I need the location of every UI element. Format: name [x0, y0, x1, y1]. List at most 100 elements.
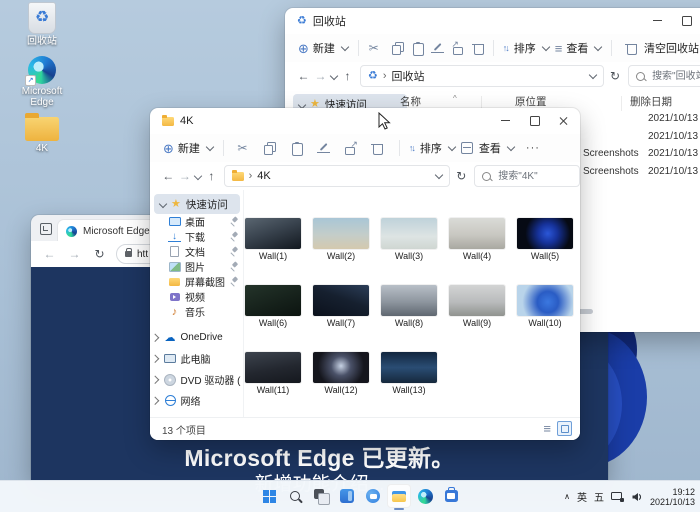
paste-button[interactable] [408, 39, 420, 57]
chat-button[interactable] [361, 484, 385, 508]
sidebar-item-doc[interactable]: 文档 [150, 244, 243, 259]
store-button[interactable] [439, 484, 463, 508]
start-button[interactable] [257, 484, 281, 508]
new-button[interactable]: ⊕ 新建 [163, 140, 213, 156]
file-Wall(11)[interactable]: Wall(11) [245, 352, 301, 395]
refresh-button[interactable]: ↻ [610, 69, 620, 83]
minimize-button[interactable] [491, 108, 520, 133]
column-separator[interactable] [621, 96, 622, 111]
sidebar-item-network[interactable]: 网络 [150, 390, 243, 411]
file-Wall(7)[interactable]: Wall(7) [313, 285, 369, 328]
sidebar-item-onedrive[interactable]: ☁OneDrive [150, 327, 243, 348]
column-header-origin[interactable]: 原位置 [515, 94, 547, 109]
rename-button[interactable] [314, 139, 333, 157]
sidebar-item-video[interactable]: 视频 [150, 289, 243, 304]
desktop-icon-4k-folder[interactable]: 4K [10, 117, 74, 154]
minimize-button[interactable] [643, 8, 672, 33]
cut-button[interactable]: ✂ [233, 139, 252, 157]
sort-button[interactable]: ↑↓ 排序 [409, 140, 455, 156]
tray-expand-button[interactable]: ∧ [564, 492, 570, 501]
new-button[interactable]: ⊕ 新建 [298, 40, 348, 56]
breadcrumb-item[interactable]: 4K [257, 170, 270, 182]
search-box[interactable] [628, 65, 700, 87]
sidebar-item-quick-access[interactable]: ★ 快速访问 [154, 194, 240, 214]
paste-button[interactable] [287, 139, 306, 157]
thumbnail-view-toggle[interactable] [557, 421, 572, 436]
sidebar-item-computer[interactable]: 此电脑 [150, 348, 243, 369]
breadcrumb[interactable]: › 4K [224, 165, 451, 187]
sidebar-item-desktop[interactable]: 桌面 [150, 214, 243, 229]
file-Wall(9)[interactable]: Wall(9) [449, 285, 505, 328]
breadcrumb-item[interactable]: 回收站 [392, 68, 425, 84]
chevron-right-icon[interactable] [151, 376, 159, 384]
more-button[interactable]: ··· [526, 142, 540, 154]
file-Wall(5)[interactable]: Wall(5) [517, 218, 573, 261]
rename-button[interactable] [428, 39, 440, 57]
copy-button[interactable] [388, 39, 400, 57]
task-view-button[interactable] [309, 484, 333, 508]
chevron-down-icon[interactable] [330, 72, 338, 80]
volume-icon[interactable] [631, 491, 643, 503]
file-Wall(8)[interactable]: Wall(8) [381, 285, 437, 328]
close-button[interactable] [549, 108, 578, 133]
forward-button[interactable]: → [66, 247, 83, 261]
widgets-button[interactable] [335, 484, 359, 508]
file-Wall(4)[interactable]: Wall(4) [449, 218, 505, 261]
forward-button[interactable]: → [177, 169, 194, 183]
search-button[interactable] [283, 484, 307, 508]
view-button[interactable]: ≡ 查看 [555, 40, 602, 56]
search-box[interactable] [474, 165, 580, 187]
refresh-button[interactable]: ↻ [91, 247, 108, 261]
file-Wall(10)[interactable]: Wall(10) [517, 285, 573, 328]
empty-recycle-bin-button[interactable]: 清空回收站 [621, 39, 699, 57]
forward-button[interactable]: → [312, 69, 329, 83]
delete-button[interactable] [469, 39, 481, 57]
sidebar-item-folder[interactable]: 屏幕截图 [150, 274, 243, 289]
file-Wall(13)[interactable]: Wall(13) [381, 352, 437, 395]
delete-button[interactable] [368, 139, 387, 157]
back-button[interactable]: ← [295, 69, 312, 83]
up-button[interactable]: ↑ [203, 169, 220, 183]
cut-button[interactable]: ✂ [368, 39, 380, 57]
ime-mode-indicator[interactable]: 五 [594, 489, 604, 504]
file-Wall(1)[interactable]: Wall(1) [245, 218, 301, 261]
share-button[interactable] [341, 139, 360, 157]
chevron-right-icon[interactable] [151, 397, 159, 405]
details-view-toggle[interactable]: ≡ [543, 422, 551, 435]
chevron-right-icon[interactable] [151, 334, 159, 342]
ime-language-indicator[interactable]: 英 [577, 489, 587, 504]
desktop-icon-edge[interactable]: ↗ Microsoft Edge [10, 56, 74, 108]
sidebar-item-dvd[interactable]: DVD 驱动器 (D:) C [150, 369, 243, 390]
sidebar-item-pictures[interactable]: 图片 [150, 259, 243, 274]
file-Wall(3)[interactable]: Wall(3) [381, 218, 437, 261]
chevron-right-icon[interactable] [151, 355, 159, 363]
refresh-button[interactable]: ↻ [456, 169, 466, 183]
sidebar-item-download[interactable]: ↓下载 [150, 229, 243, 244]
file-Wall(6)[interactable]: Wall(6) [245, 285, 301, 328]
chevron-down-icon[interactable] [194, 172, 202, 180]
copy-button[interactable] [260, 139, 279, 157]
back-button[interactable]: ← [160, 169, 177, 183]
clock[interactable]: 19:12 2021/10/13 [650, 487, 695, 507]
chevron-down-icon[interactable] [435, 171, 443, 179]
tab-actions-icon[interactable] [40, 223, 52, 235]
chevron-down-icon[interactable] [589, 71, 597, 79]
file-Wall(12)[interactable]: Wall(12) [313, 352, 369, 395]
file-Wall(2)[interactable]: Wall(2) [313, 218, 369, 261]
file-explorer-button[interactable] [387, 484, 411, 508]
sort-button[interactable]: ↑↓ 排序 [503, 40, 549, 56]
search-input[interactable] [496, 170, 572, 183]
chevron-down-icon[interactable] [159, 200, 167, 208]
up-button[interactable]: ↑ [339, 69, 356, 83]
network-icon[interactable] [611, 491, 624, 502]
maximize-button[interactable] [520, 108, 549, 133]
column-header-deleted[interactable]: 删除日期 [630, 94, 672, 109]
edge-button[interactable] [413, 484, 437, 508]
breadcrumb[interactable]: ♻ › 回收站 [360, 65, 604, 87]
back-button[interactable]: ← [41, 247, 58, 261]
share-button[interactable] [449, 39, 461, 57]
view-button[interactable]: 查看 [461, 140, 514, 156]
desktop-icon-recycle-bin[interactable]: ♻ 回收站 [10, 2, 74, 47]
column-header-name[interactable]: 名称 [400, 94, 421, 109]
search-input[interactable] [650, 70, 700, 83]
